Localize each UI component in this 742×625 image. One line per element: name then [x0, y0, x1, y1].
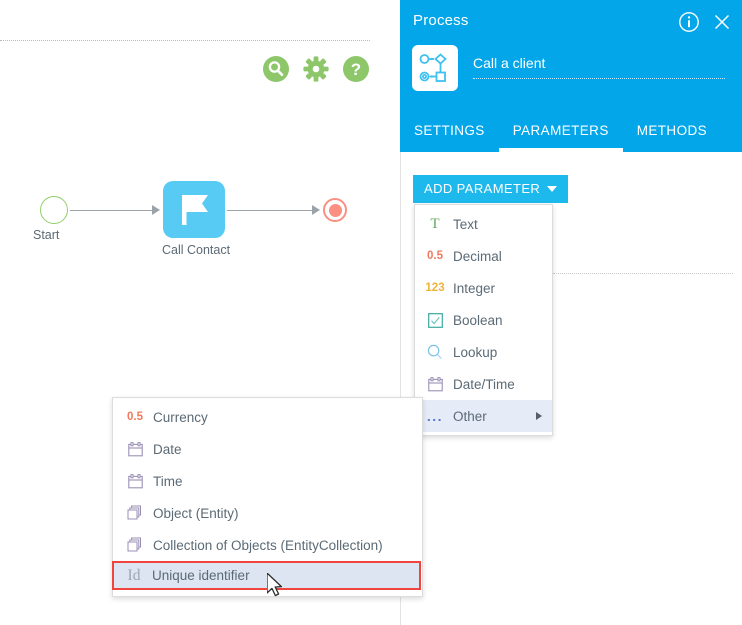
process-diagram-icon	[412, 45, 458, 91]
submenu-item-unique-identifier[interactable]: Id Unique identifier	[112, 561, 421, 590]
chevron-right-icon	[536, 412, 542, 420]
ellipsis-icon: ...	[426, 408, 444, 424]
tab-methods[interactable]: METHODS	[623, 118, 721, 148]
submenu-item-label: Object (Entity)	[153, 505, 239, 521]
menu-item-boolean[interactable]: Boolean	[415, 304, 552, 336]
menu-item-label: Boolean	[453, 312, 503, 328]
canvas-top-divider	[0, 40, 370, 41]
submenu-item-label: Unique identifier	[152, 568, 250, 583]
calendar-icon	[423, 376, 447, 392]
panel-tabs: SETTINGS PARAMETERS METHODS	[400, 118, 742, 152]
add-parameter-label: ADD PARAMETER	[424, 181, 541, 196]
tab-settings[interactable]: SETTINGS	[400, 118, 499, 148]
help-icon[interactable]: ?	[343, 56, 369, 82]
submenu-item-collection-of-objects[interactable]: Collection of Objects (EntityCollection)	[113, 529, 422, 561]
decimal-icon: 0.5	[427, 250, 443, 262]
menu-item-lookup[interactable]: Lookup	[415, 336, 552, 368]
chevron-down-icon	[547, 186, 558, 192]
submenu-item-date[interactable]: Date	[113, 433, 422, 465]
submenu-item-time[interactable]: Time	[113, 465, 422, 497]
diagram-edge-arrow-1	[152, 205, 160, 215]
menu-item-integer[interactable]: 123 Integer	[415, 272, 552, 304]
stacked-objects-icon	[123, 505, 147, 521]
diagram-edge-arrow-2	[312, 205, 320, 215]
calendar-icon	[123, 473, 147, 489]
submenu-item-label: Date	[153, 441, 182, 457]
submenu-item-label: Time	[153, 473, 183, 489]
menu-item-label: Lookup	[453, 344, 498, 360]
submenu-item-label: Currency	[153, 409, 208, 425]
diagram-edge-task-to-end	[227, 210, 317, 211]
menu-item-label: Text	[453, 216, 478, 232]
svg-text:?: ?	[351, 60, 361, 79]
menu-item-datetime[interactable]: Date/Time	[415, 368, 552, 400]
menu-item-decimal[interactable]: 0.5 Decimal	[415, 240, 552, 272]
parameters-empty-divider	[553, 273, 733, 274]
search-icon[interactable]	[263, 56, 289, 82]
menu-item-label: Other	[453, 408, 487, 424]
tab-parameters[interactable]: PARAMETERS	[498, 118, 623, 152]
close-icon[interactable]	[712, 12, 732, 32]
checkbox-icon	[423, 312, 447, 328]
info-icon[interactable]	[678, 11, 700, 33]
calendar-icon	[123, 441, 147, 457]
diagram-node-call-contact[interactable]	[163, 181, 225, 238]
menu-item-label: Integer	[453, 280, 496, 296]
panel-title: Process	[413, 12, 469, 29]
decimal-icon: 0.5	[127, 411, 143, 423]
menu-item-other[interactable]: ... Other	[415, 400, 552, 432]
diagram-node-call-contact-label: Call Contact	[162, 243, 231, 257]
menu-item-label: Decimal	[453, 248, 502, 264]
submenu-item-object-entity[interactable]: Object (Entity)	[113, 497, 422, 529]
gear-icon[interactable]	[303, 56, 329, 82]
diagram-edge-start-to-task	[70, 210, 157, 211]
add-parameter-button[interactable]: ADD PARAMETER	[413, 175, 569, 203]
panel-header-actions	[678, 11, 732, 33]
submenu-item-label: Collection of Objects (EntityCollection)	[153, 537, 383, 553]
menu-item-text[interactable]: T Text	[415, 208, 552, 240]
menu-item-label: Date/Time	[453, 376, 515, 392]
integer-icon: 123	[425, 282, 445, 294]
text-T-icon: T	[430, 215, 440, 232]
submenu-item-currency[interactable]: 0.5 Currency	[113, 401, 422, 433]
parameter-type-menu[interactable]: T Text 0.5 Decimal 123 Integer Boolean L…	[414, 204, 553, 436]
magnifier-icon	[423, 344, 447, 360]
panel-header: Process Call a client SETTINGS PARAMETER…	[400, 0, 742, 152]
canvas-toolbar: ?	[263, 56, 369, 82]
stacked-objects-icon	[123, 537, 147, 553]
diagram-node-start[interactable]	[40, 196, 68, 224]
diagram-node-start-label: Start	[33, 228, 60, 242]
id-icon: Id	[127, 566, 141, 584]
diagram-node-end[interactable]	[323, 198, 347, 222]
entity-name-field[interactable]: Call a client	[473, 55, 725, 79]
